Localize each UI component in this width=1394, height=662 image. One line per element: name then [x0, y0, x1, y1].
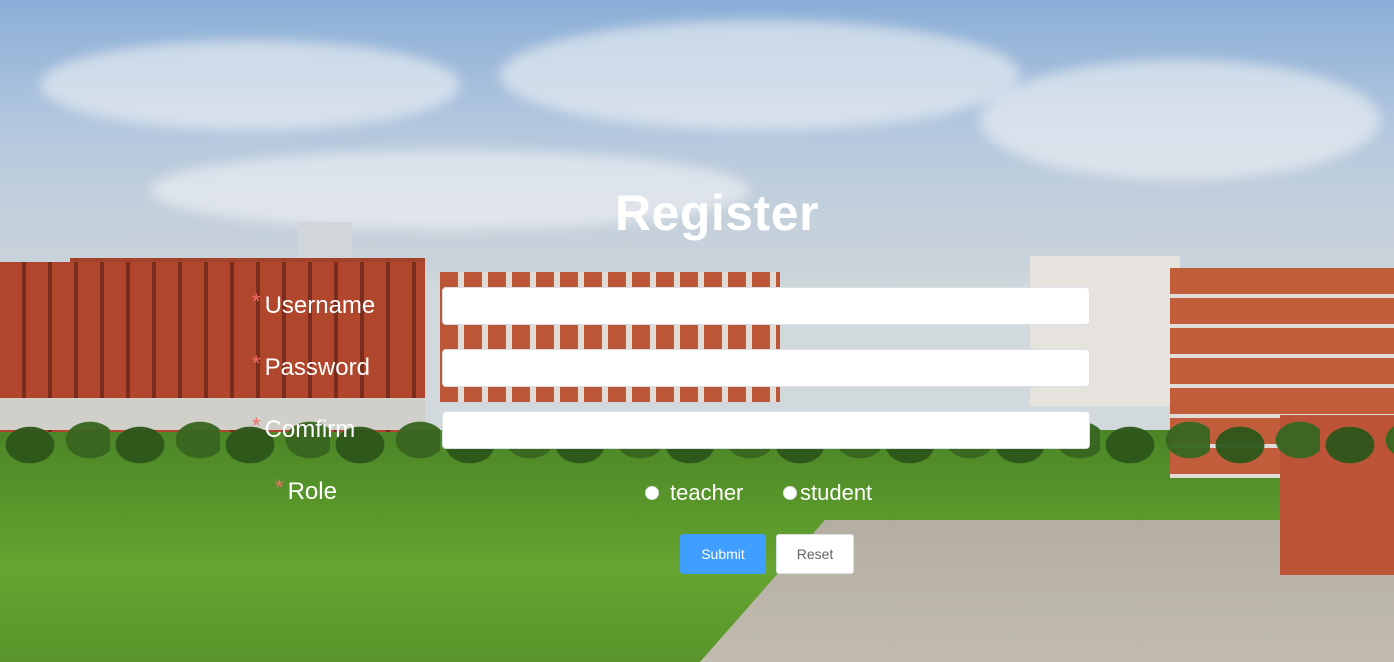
radio-circle-icon[interactable] — [783, 486, 797, 500]
confirm-label: * Comfirm — [252, 413, 356, 444]
role-radio-student[interactable]: student — [783, 480, 872, 506]
required-marker: * — [252, 351, 261, 376]
role-label: * Role — [275, 475, 337, 506]
register-page: Register * Username * Password * Comfirm * R… — [0, 0, 1394, 662]
confirm-label-text: Comfirm — [264, 416, 356, 443]
required-marker: * — [252, 289, 261, 314]
username-label-text: Username — [264, 292, 376, 319]
username-label: * Username — [252, 289, 376, 320]
role-label-text: Role — [287, 478, 337, 505]
page-title: Register — [614, 185, 820, 241]
password-input[interactable] — [442, 349, 1090, 387]
role-option-student-label: student — [800, 480, 873, 505]
role-option-teacher-label: teacher — [670, 480, 744, 505]
submit-button[interactable]: Submit — [680, 534, 766, 574]
password-label-text: Password — [264, 354, 370, 381]
username-input[interactable] — [442, 287, 1090, 325]
required-marker: * — [252, 413, 261, 438]
role-radio-teacher[interactable]: teacher — [645, 480, 743, 506]
password-label: * Password — [252, 351, 370, 382]
radio-circle-icon[interactable] — [645, 486, 659, 500]
required-marker: * — [275, 475, 284, 500]
reset-button[interactable]: Reset — [776, 534, 854, 574]
confirm-password-input[interactable] — [442, 411, 1090, 449]
